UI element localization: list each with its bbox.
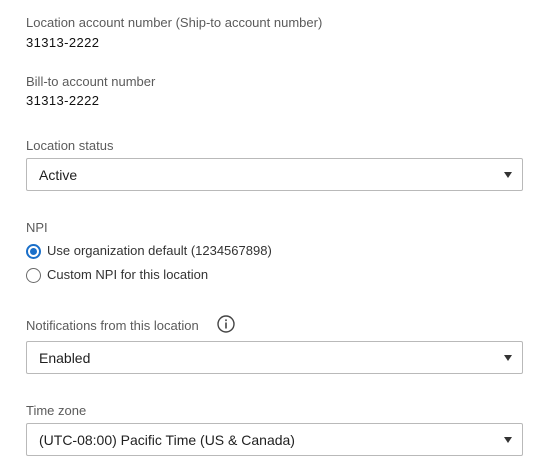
notifications-selected: Enabled	[39, 350, 91, 366]
time-zone-select[interactable]: (UTC-08:00) Pacific Time (US & Canada)	[26, 423, 523, 456]
chevron-down-icon	[504, 355, 512, 361]
notifications-label: Notifications from this location	[26, 318, 199, 333]
chevron-down-icon	[504, 437, 512, 443]
radio-checked-icon[interactable]	[26, 243, 41, 259]
npi-option-org-default[interactable]: Use organization default (1234567898)	[26, 242, 272, 260]
npi-label: NPI	[26, 220, 48, 235]
location-status-selected: Active	[39, 167, 78, 183]
ship-to-account-value: 31313-2222	[26, 35, 100, 50]
npi-option-label: Custom NPI for this location	[47, 267, 209, 282]
npi-option-custom[interactable]: Custom NPI for this location	[26, 266, 208, 284]
info-icon[interactable]	[217, 315, 235, 333]
npi-option-label: Use organization default (1234567898)	[47, 243, 272, 258]
radio-unchecked-icon[interactable]	[26, 267, 41, 283]
notifications-select[interactable]: Enabled	[26, 341, 523, 374]
time-zone-selected: (UTC-08:00) Pacific Time (US & Canada)	[39, 432, 295, 448]
bill-to-account-label: Bill-to account number	[26, 74, 156, 89]
time-zone-label: Time zone	[26, 403, 87, 418]
bill-to-account-value: 31313-2222	[26, 93, 100, 108]
chevron-down-icon	[504, 172, 512, 178]
location-status-select[interactable]: Active	[26, 158, 523, 191]
ship-to-account-label: Location account number (Ship-to account…	[26, 15, 323, 30]
location-status-label: Location status	[26, 138, 114, 153]
